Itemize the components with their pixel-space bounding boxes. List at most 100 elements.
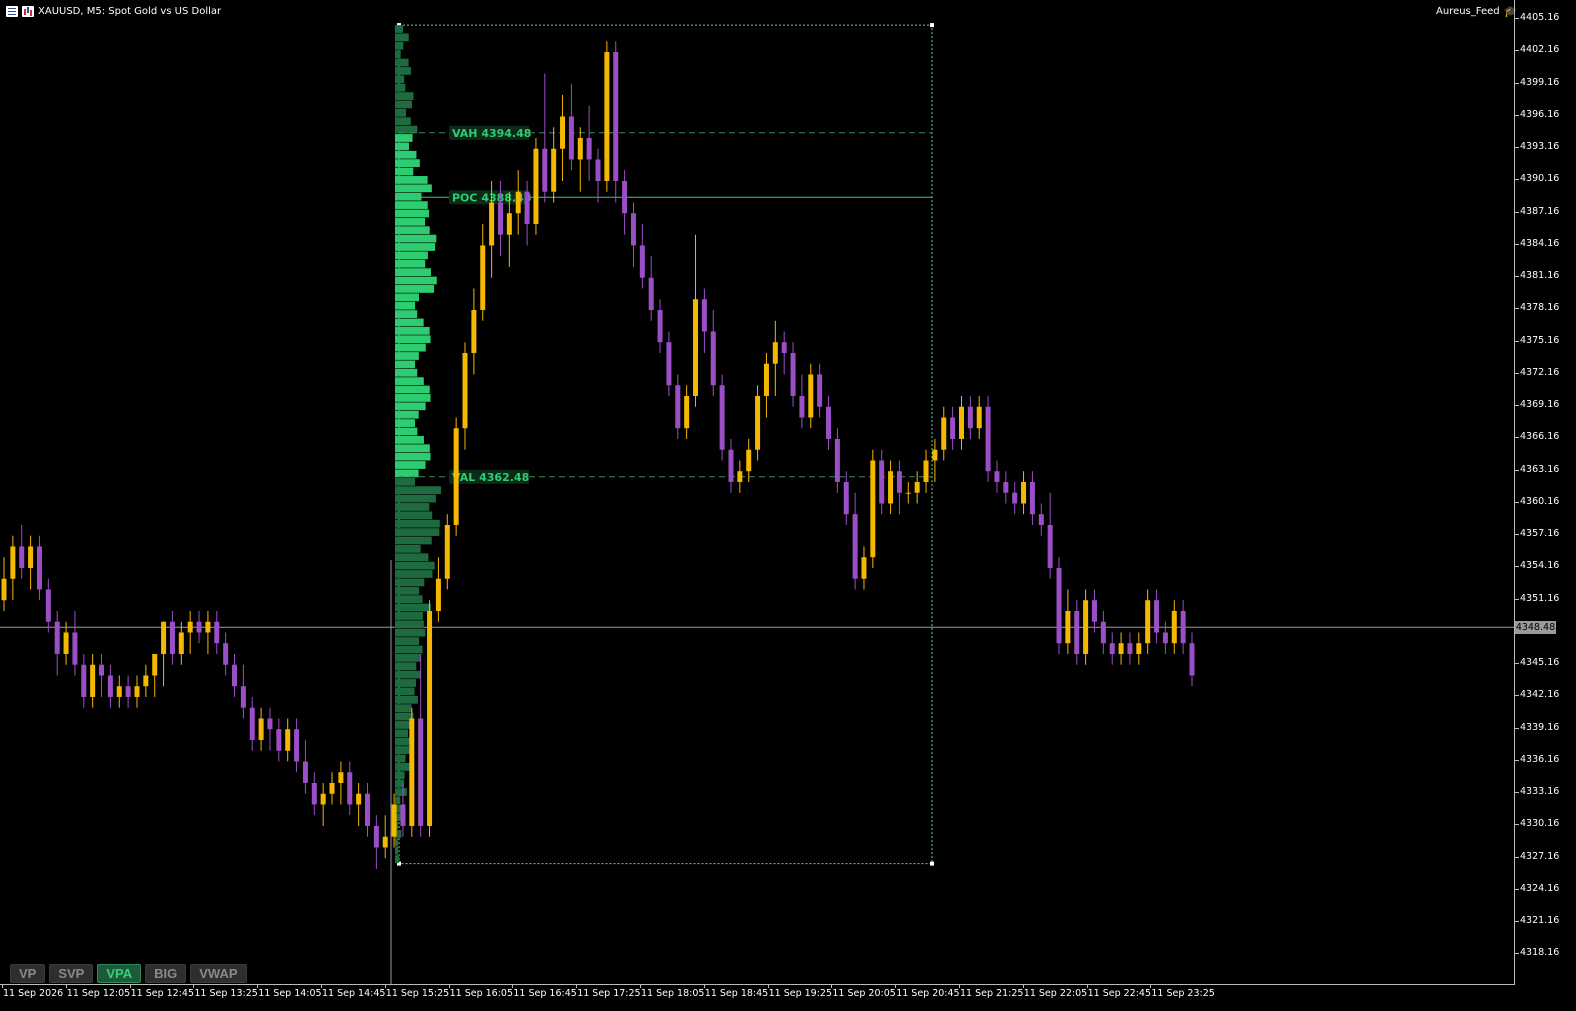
profile-bar [395, 645, 423, 654]
price-tick-label: 4399.16 [1514, 76, 1560, 88]
chart-title-bar: XAUUSD, M5: Spot Gold vs US Dollar [6, 3, 221, 19]
time-tick-label: 11 Sep 12:05 [65, 984, 131, 999]
price-tick-label: 4384.16 [1514, 237, 1560, 249]
profile-bar [395, 653, 421, 662]
profile-bar [395, 217, 426, 226]
price-tick-label: 4405.16 [1514, 12, 1560, 23]
tab-svp[interactable]: SVP [49, 964, 94, 983]
candle-body [329, 782, 335, 794]
tab-big[interactable]: BIG [145, 964, 187, 983]
price-tick-label: 4396.16 [1514, 108, 1560, 120]
time-tick-label: 11 Sep 21:25 [958, 984, 1024, 999]
candle-body [1056, 567, 1062, 644]
candle-body [657, 309, 663, 343]
profile-bar [395, 855, 399, 863]
profile-range-handle [930, 861, 934, 866]
profile-bar [395, 461, 426, 469]
candle-body [285, 729, 291, 751]
price-tick-label: 4366.16 [1514, 431, 1560, 443]
candle-body [294, 729, 300, 762]
candle-body [267, 718, 273, 730]
candle-body [107, 675, 113, 697]
profile-bar [395, 452, 431, 461]
candle-body [506, 213, 512, 235]
price-tick-label: 4327.16 [1514, 850, 1560, 862]
candle-body [427, 610, 433, 826]
candle-body [1029, 481, 1035, 515]
profile-bar [395, 192, 422, 201]
candle-body [781, 342, 787, 353]
candle-body [232, 664, 238, 687]
candle-body [373, 825, 379, 848]
candle-body [684, 395, 690, 429]
time-tick-label: 11 Sep 14:45 [320, 984, 386, 999]
candle-body [435, 578, 441, 611]
tab-vpa[interactable]: VPA [97, 964, 142, 983]
price-tick-label: 4339.16 [1514, 721, 1560, 733]
candle-body [932, 449, 938, 461]
candle-body [834, 438, 840, 482]
tab-vwap[interactable]: VWAP [190, 964, 247, 983]
candlestick-chart-area[interactable]: VAH 4394.48POC 4388.48VAL 4362.48 [0, 0, 1515, 984]
candle-body [1074, 610, 1080, 654]
candle-body [364, 793, 370, 826]
profile-bar [395, 637, 420, 645]
candle-body [693, 299, 699, 396]
candle-body [1021, 481, 1027, 504]
price-axis[interactable]: 4405.16 4402.16 4399.16 4396.16 4393.16 4390.… [1514, 0, 1576, 984]
candle-body [755, 395, 761, 450]
time-tick-label: 11 Sep 16:45 [512, 984, 577, 999]
candle-body [560, 116, 566, 149]
profile-bar [395, 150, 417, 159]
candle-body [400, 804, 406, 826]
symbol-title: XAUUSD, M5: Spot Gold vs US Dollar [38, 5, 222, 17]
time-axis[interactable]: 11 Sep 2026 11 Sep 12:05 11 Sep 12:45 11 Se… [0, 984, 1515, 1011]
candle-body [480, 245, 486, 310]
candle-body [169, 621, 175, 654]
candle-body [90, 664, 96, 697]
candle-body [763, 363, 769, 396]
price-tick-label: 4372.16 [1514, 366, 1560, 378]
price-tick-label: 4318.16 [1514, 947, 1560, 959]
candle-body [896, 471, 902, 493]
candle-body [524, 191, 530, 224]
price-tick-label: 4378.16 [1514, 302, 1560, 314]
candle-body [249, 707, 255, 740]
candle-body [941, 417, 947, 450]
candle-body [1109, 643, 1115, 654]
candle-body [161, 621, 167, 654]
price-tick-label: 4330.16 [1514, 818, 1560, 830]
profile-bar [395, 570, 433, 578]
profile-bar [395, 201, 428, 209]
candle-body [1145, 600, 1151, 644]
profile-bar [395, 385, 430, 394]
candle-body [728, 449, 734, 482]
profile-bar [395, 75, 405, 84]
candle-body [976, 406, 982, 429]
candle-body [1180, 610, 1186, 644]
menu-icon[interactable] [6, 5, 18, 17]
candle-body [28, 546, 34, 568]
chart-bars-icon[interactable] [22, 5, 34, 17]
candle-body [666, 342, 672, 386]
candle-body [568, 116, 574, 160]
price-tick-label: 4381.16 [1514, 270, 1560, 281]
profile-bar [395, 754, 406, 763]
candle-body [391, 804, 397, 837]
candle-body [276, 729, 282, 751]
profile-bar [395, 142, 410, 151]
profile-bar [395, 771, 405, 780]
profile-bar [395, 360, 416, 369]
profile-bar [395, 662, 417, 671]
tab-vp[interactable]: VP [10, 964, 46, 983]
candle-body [905, 492, 911, 494]
profile-bar [395, 159, 420, 168]
profile-bar [395, 335, 431, 344]
candle-body [799, 395, 805, 418]
candle-body [613, 51, 619, 181]
candle-body [1083, 600, 1089, 654]
profile-bar [395, 435, 424, 444]
profile-bar [395, 259, 426, 268]
candle-body [1162, 632, 1168, 644]
time-tick-label: 11 Sep 22:45 [1086, 984, 1152, 999]
